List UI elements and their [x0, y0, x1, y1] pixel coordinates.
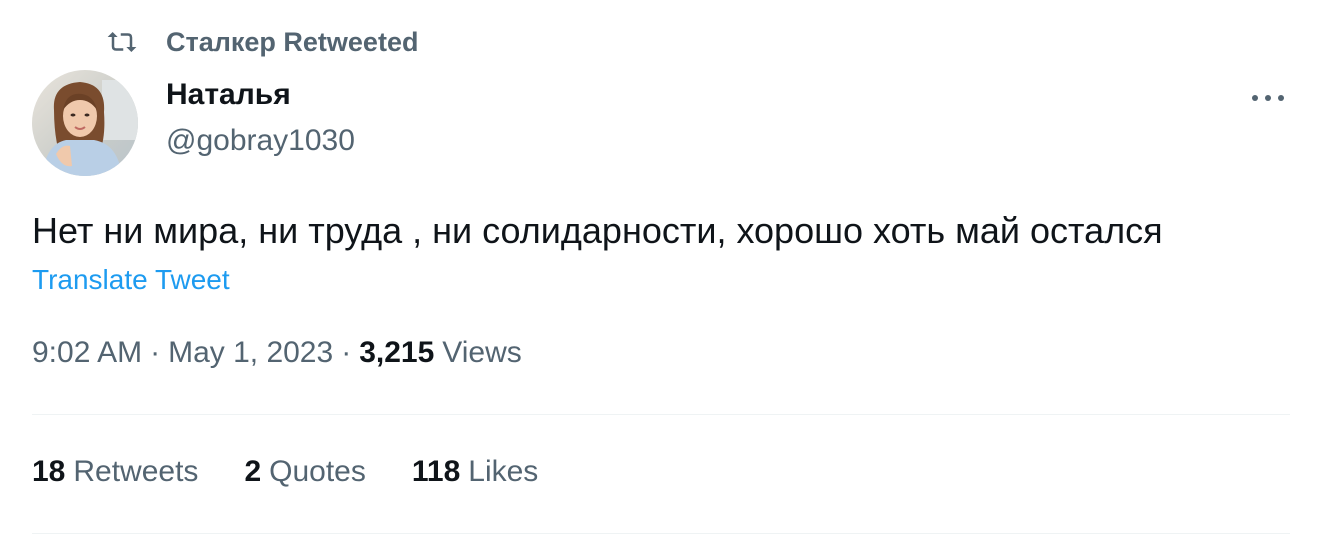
views-label: Views	[442, 336, 522, 369]
tweet-text: Нет ни мира, ни труда , ни солидарности,…	[32, 210, 1163, 251]
retweet-indicator[interactable]: Сталкер Retweeted	[104, 24, 418, 60]
translate-tweet-link[interactable]: Translate Tweet	[32, 264, 230, 296]
more-horizontal-icon	[1252, 95, 1284, 101]
avatar-photo	[32, 70, 138, 176]
retweets-stat[interactable]: 18 Retweets	[32, 455, 198, 489]
likes-label: Likes	[468, 455, 539, 488]
likes-count: 118	[411, 455, 461, 488]
meta-separator: ·	[341, 336, 352, 369]
views-count: 3,215	[359, 336, 435, 369]
quotes-label: Quotes	[269, 455, 366, 488]
retweet-icon	[104, 24, 140, 60]
divider	[32, 414, 1290, 415]
retweet-indicator-label: Сталкер Retweeted	[166, 26, 419, 57]
retweets-count: 18	[32, 455, 66, 488]
retweets-label: Retweets	[73, 455, 199, 488]
tweet-date[interactable]: May 1, 2023	[168, 336, 333, 370]
avatar[interactable]	[32, 70, 138, 176]
tweet-time[interactable]: 9:02 AM	[32, 336, 142, 370]
more-options-button[interactable]	[1240, 76, 1296, 120]
tweet-metadata: 9:02 AM · May 1, 2023 · 3,215 Views	[32, 336, 522, 370]
divider	[32, 533, 1290, 534]
author-name[interactable]: Наталья	[166, 78, 291, 112]
author-handle[interactable]: @gobray1030	[166, 124, 355, 158]
quotes-count: 2	[244, 455, 262, 488]
meta-separator: ·	[150, 336, 161, 369]
quotes-stat[interactable]: 2 Quotes	[244, 455, 365, 489]
likes-stat[interactable]: 118 Likes	[412, 455, 538, 489]
engagement-stats: 18 Retweets 2 Quotes 118 Likes	[32, 455, 538, 489]
